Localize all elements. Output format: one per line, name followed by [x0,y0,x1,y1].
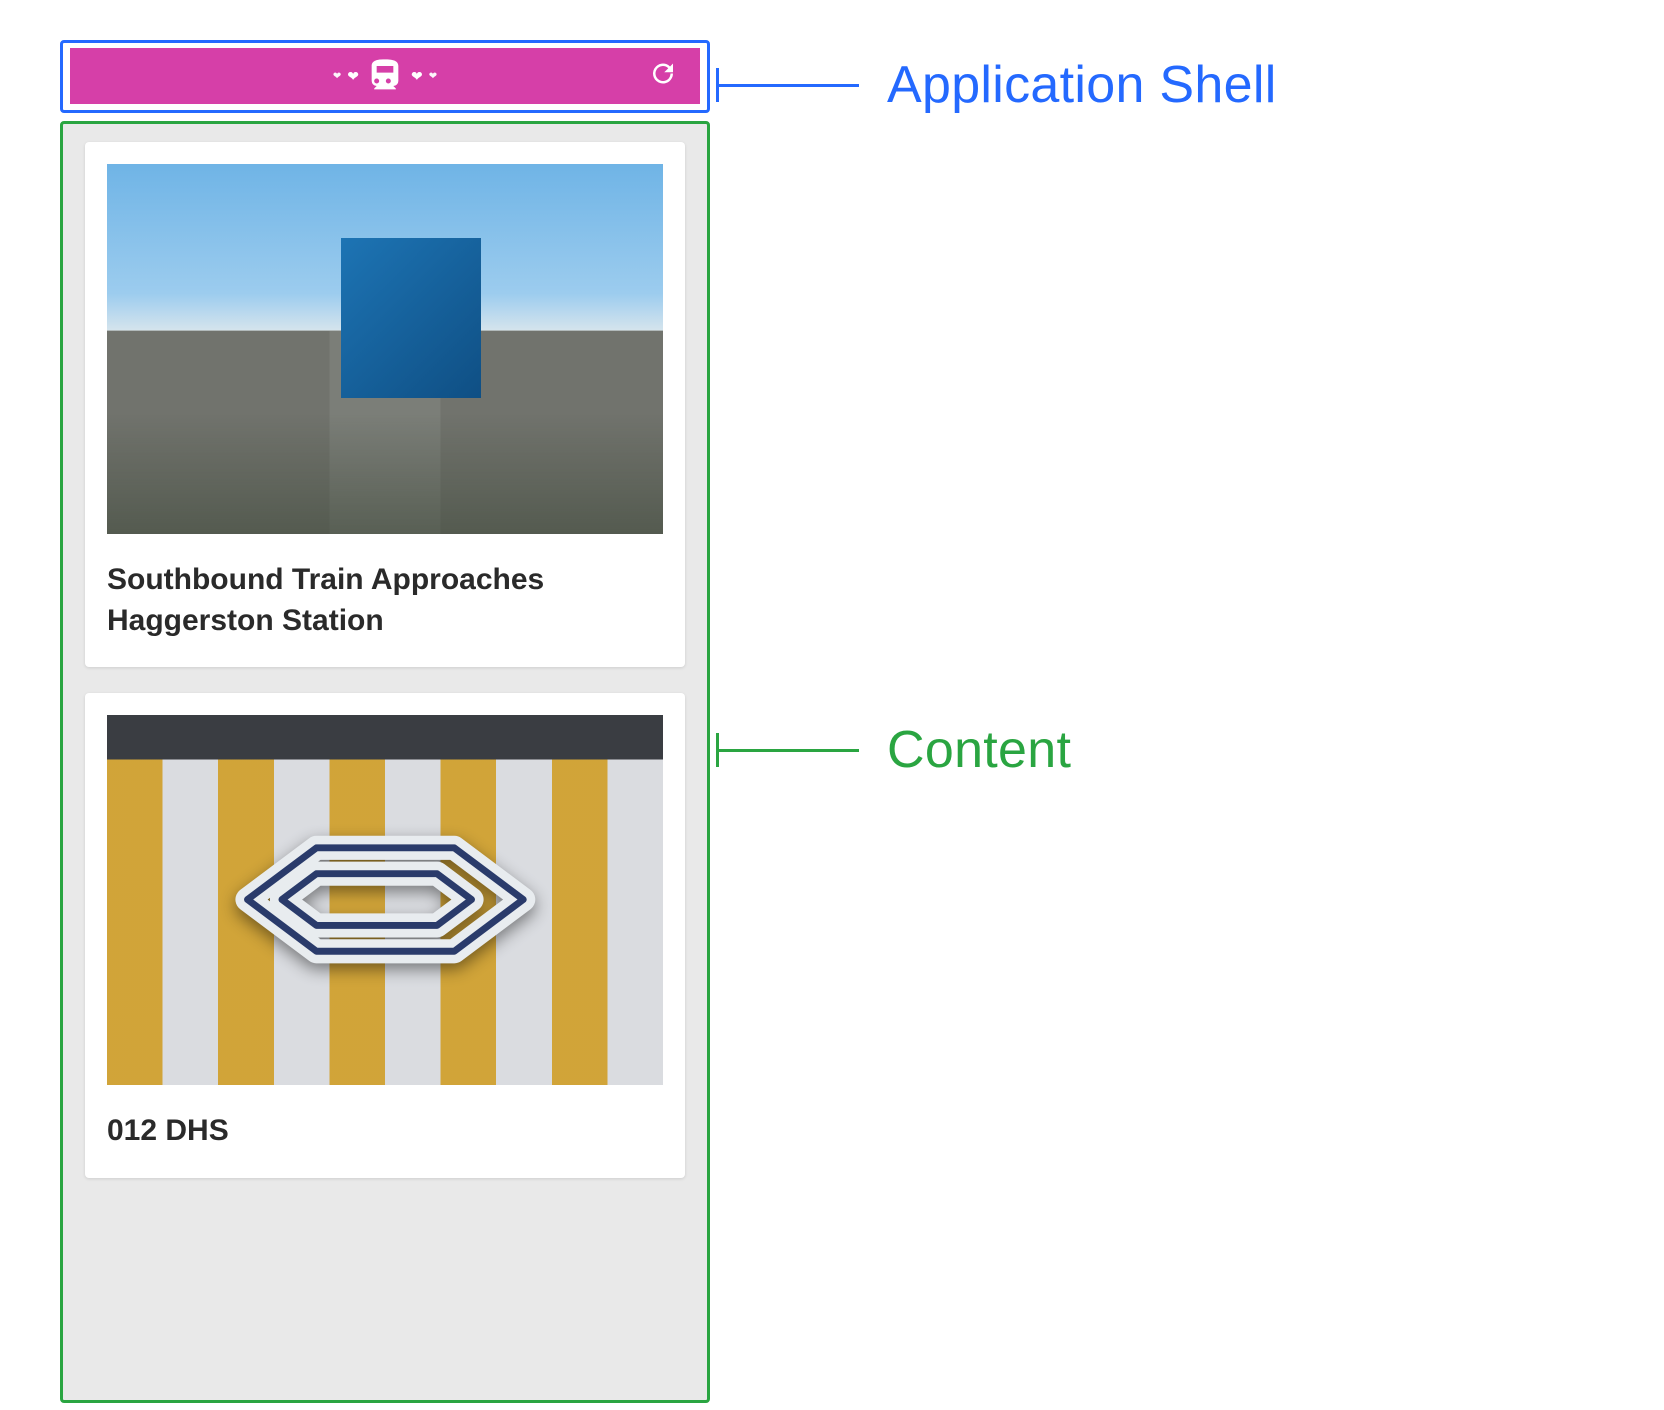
content-card[interactable]: Southbound Train Approaches Haggerston S… [85,142,685,667]
train-hearts-logo-icon: ❤ ❤ ❤ ❤ [333,56,437,96]
card-title: 012 DHS [107,1111,663,1152]
card-image [107,164,663,534]
card-title: Southbound Train Approaches Haggerston S… [107,560,663,641]
app-header-bar: ❤ ❤ ❤ ❤ [70,48,700,104]
refresh-button[interactable] [648,59,678,94]
annotation-label: Content [887,720,1071,780]
annotation-content: Content [716,720,1071,780]
card-image [107,715,663,1085]
annotation-label: Application Shell [887,55,1277,115]
annotation-application-shell: Application Shell [716,55,1277,115]
application-shell-region: ❤ ❤ ❤ ❤ [60,40,710,113]
content-card[interactable]: 012 DHS [85,693,685,1178]
content-region: Southbound Train Approaches Haggerston S… [60,121,710,1403]
mobile-app-frame: ❤ ❤ ❤ ❤ Southbound Train Approaches Hagg… [60,40,710,1403]
